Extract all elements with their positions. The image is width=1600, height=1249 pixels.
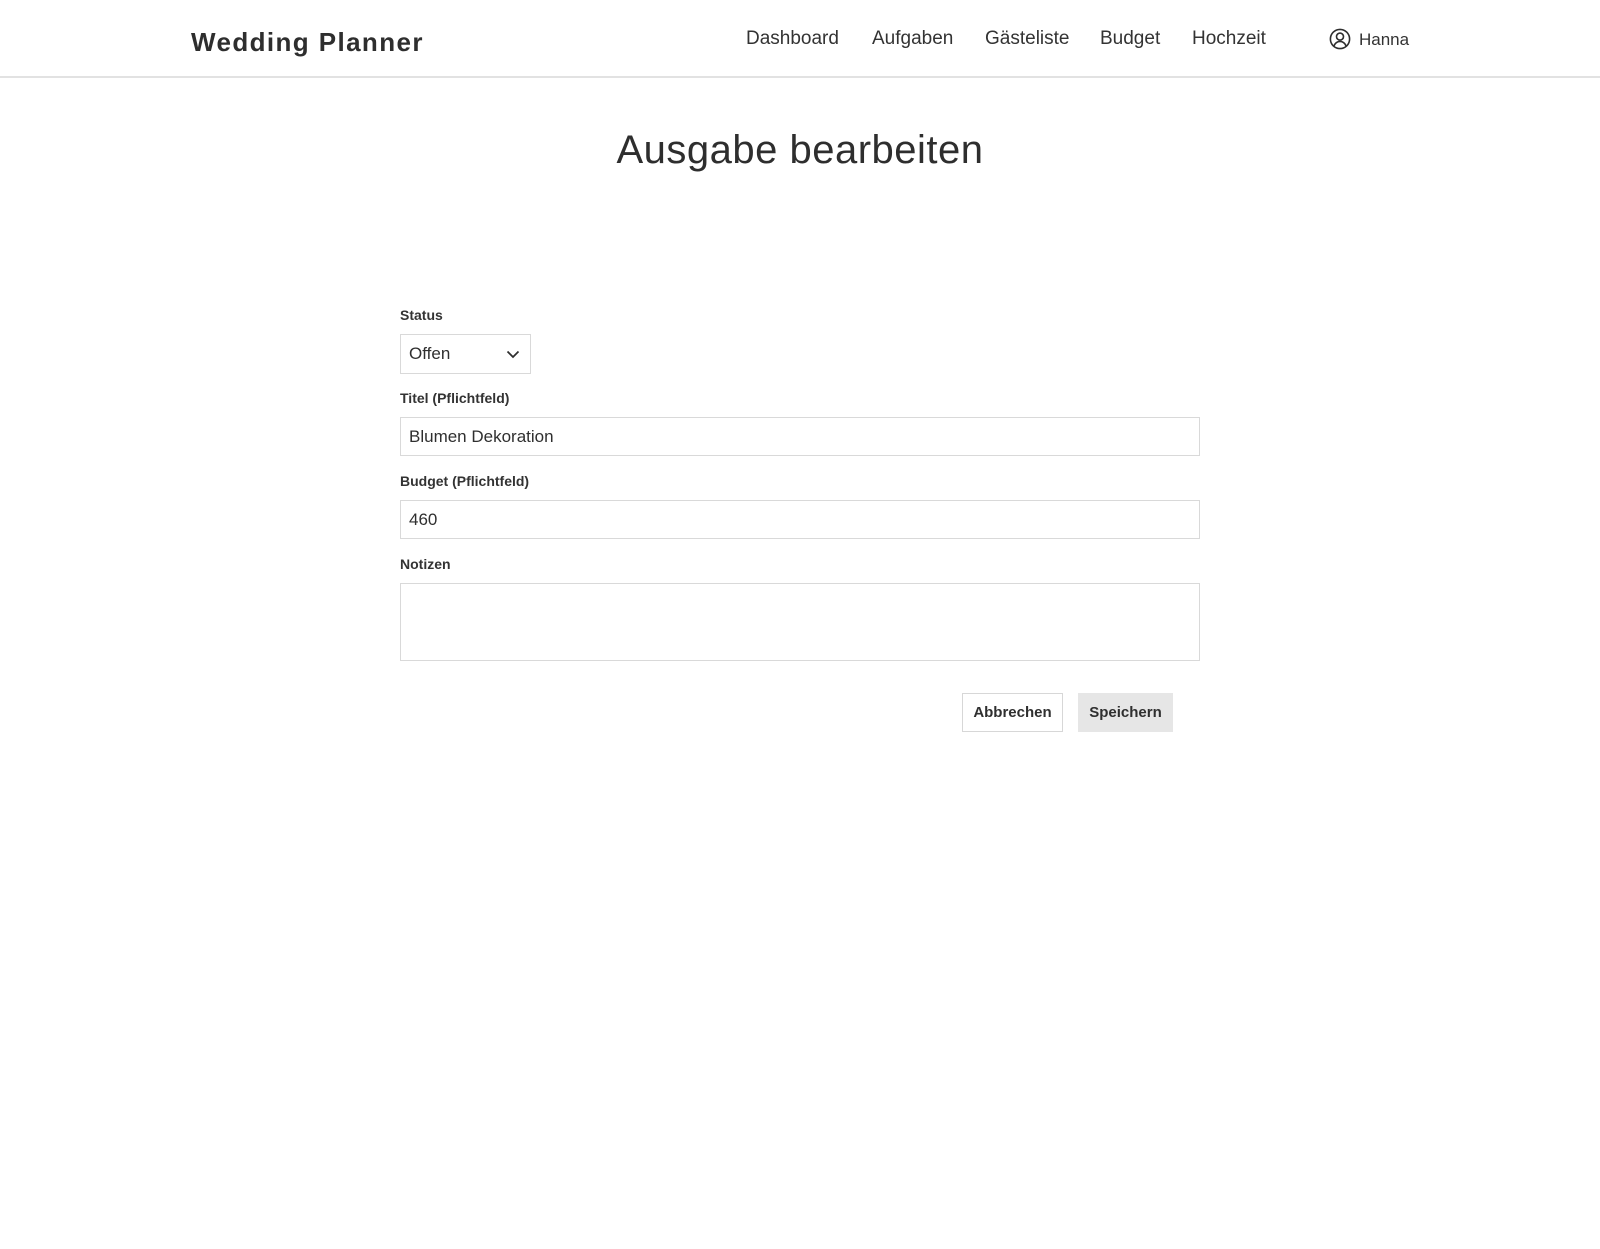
status-select-value: Offen	[409, 344, 451, 363]
nav-item-gaesteliste[interactable]: Gästeliste	[985, 28, 1069, 50]
budget-label: Budget (Pflichtfeld)	[400, 473, 530, 489]
budget-input[interactable]	[400, 500, 1200, 539]
status-select[interactable]: Offen	[400, 334, 531, 374]
cancel-button[interactable]: Abbrechen	[962, 693, 1063, 732]
nav-item-dashboard[interactable]: Dashboard	[746, 28, 839, 50]
notes-label: Notizen	[400, 556, 451, 572]
top-navigation-bar: Wedding Planner Dashboard Aufgaben Gäste…	[0, 0, 1600, 78]
nav-item-hochzeit[interactable]: Hochzeit	[1192, 28, 1266, 50]
title-label: Titel (Pflichtfeld)	[400, 390, 510, 406]
nav-item-budget[interactable]: Budget	[1100, 28, 1160, 50]
nav-item-aufgaben[interactable]: Aufgaben	[872, 28, 953, 50]
user-name: Hanna	[1359, 30, 1410, 49]
save-button[interactable]: Speichern	[1078, 693, 1173, 732]
chevron-down-icon	[506, 350, 520, 359]
page-title: Ausgabe bearbeiten	[616, 128, 984, 172]
notes-textarea[interactable]	[400, 583, 1200, 661]
brand-logo[interactable]: Wedding Planner	[191, 27, 424, 58]
status-label: Status	[400, 307, 443, 323]
title-input[interactable]	[400, 417, 1200, 456]
user-circle-icon	[1329, 28, 1351, 50]
